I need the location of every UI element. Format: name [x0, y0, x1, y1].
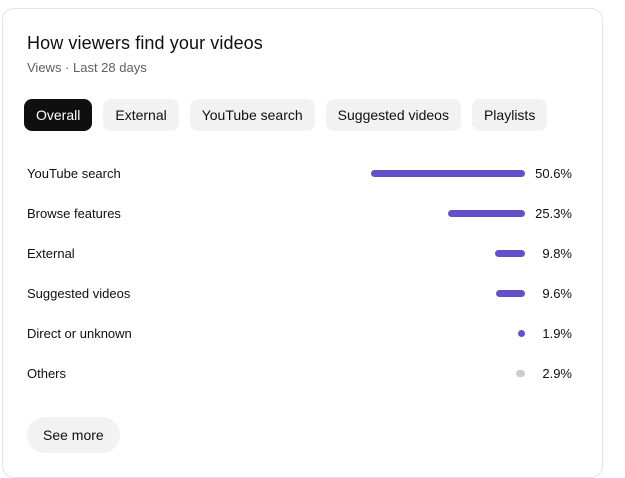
source-list: YouTube search 50.6% Browse features 25.… — [3, 153, 604, 393]
source-bar-track — [365, 290, 525, 297]
traffic-sources-card: How viewers find your videos Views · Las… — [2, 8, 603, 478]
tab-overall[interactable]: Overall — [24, 99, 93, 131]
card-title: How viewers find your videos — [27, 33, 263, 53]
source-percent: 9.6% — [542, 286, 572, 301]
source-row: Browse features 25.3% — [3, 193, 604, 233]
source-percent: 1.9% — [542, 326, 572, 341]
source-bar-track — [365, 170, 525, 177]
source-percent: 25.3% — [535, 206, 572, 221]
source-bar — [371, 170, 525, 177]
source-row: Direct or unknown 1.9% — [3, 313, 604, 353]
see-more-button[interactable]: See more — [27, 417, 120, 453]
source-label: Suggested videos — [27, 286, 131, 301]
source-percent: 50.6% — [535, 166, 572, 181]
source-bar — [495, 250, 525, 257]
source-percent: 2.9% — [542, 366, 572, 381]
tab-suggested-videos[interactable]: Suggested videos — [325, 99, 461, 131]
source-row: Suggested videos 9.6% — [3, 273, 604, 313]
source-bar-track — [365, 250, 525, 257]
source-bar — [518, 330, 525, 337]
source-tabs: Overall External YouTube search Suggeste… — [24, 99, 548, 131]
source-label: Browse features — [27, 206, 121, 221]
source-bar — [516, 370, 525, 377]
tab-external[interactable]: External — [103, 99, 179, 131]
tab-playlists[interactable]: Playlists — [471, 99, 548, 131]
source-percent: 9.8% — [542, 246, 572, 261]
source-row: External 9.8% — [3, 233, 604, 273]
source-label: Others — [27, 366, 67, 381]
source-bar — [496, 290, 525, 297]
source-row: YouTube search 50.6% — [3, 153, 604, 193]
source-label: Direct or unknown — [27, 326, 132, 341]
source-bar-track — [365, 210, 525, 217]
source-bar — [448, 210, 525, 217]
source-row: Others 2.9% — [3, 353, 604, 393]
source-label: External — [27, 246, 75, 261]
source-label: YouTube search — [27, 166, 121, 181]
source-bar-track — [365, 370, 525, 377]
tab-youtube-search[interactable]: YouTube search — [189, 99, 315, 131]
source-bar-track — [365, 330, 525, 337]
card-subtitle: Views · Last 28 days — [27, 60, 147, 75]
